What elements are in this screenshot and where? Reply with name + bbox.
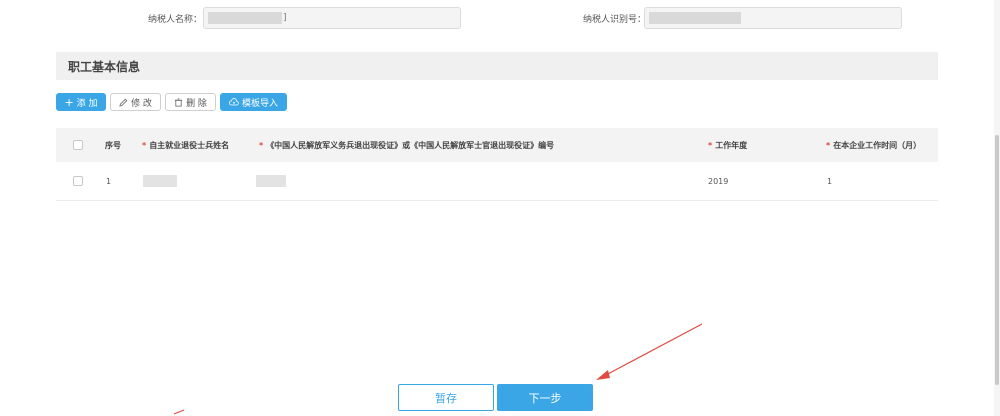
row-months: 1 xyxy=(827,176,833,186)
annotation-mark-icon xyxy=(173,409,185,415)
header-name: * 自主就业退役士兵姓名 xyxy=(142,140,230,150)
row-cert xyxy=(256,162,286,200)
taxpayer-name-field[interactable]: ] xyxy=(203,7,461,29)
section-header: 职工基本信息 xyxy=(56,52,938,80)
redacted-value xyxy=(143,175,177,187)
header-index: 序号 xyxy=(105,140,121,150)
trash-icon xyxy=(174,97,183,107)
section-title: 职工基本信息 xyxy=(68,59,141,74)
scrollbar-thumb[interactable] xyxy=(995,135,999,385)
template-import-button[interactable]: 模板导入 xyxy=(220,93,287,111)
header-cert: * 《中国人民解放军义务兵退出现役证》或《中国人民解放军士官退出现役证》编号 xyxy=(259,140,555,150)
taxpayer-id-field[interactable] xyxy=(644,7,902,29)
row-index: 1 xyxy=(106,176,112,186)
delete-button[interactable]: 删 除 xyxy=(165,93,216,111)
annotation-arrow-icon xyxy=(596,323,703,380)
row-year: 2019 xyxy=(708,176,729,186)
plus-icon: + xyxy=(64,95,74,109)
table-header: 序号 * 自主就业退役士兵姓名 * 《中国人民解放军义务兵退出现役证》或《中国人民解… xyxy=(56,128,938,162)
header-months: * 在本企业工作时间（月） xyxy=(826,140,922,150)
row-checkbox[interactable] xyxy=(73,176,83,186)
row-name xyxy=(143,162,177,200)
taxpayer-name-label: 纳税人名称： xyxy=(148,15,203,25)
header-year: * 工作年度 xyxy=(708,140,748,150)
cloud-upload-icon xyxy=(229,97,239,105)
redacted-value xyxy=(256,175,286,187)
edit-button[interactable]: 修 改 xyxy=(110,93,161,111)
select-all-checkbox[interactable] xyxy=(73,140,83,150)
redacted-value xyxy=(208,12,282,24)
pencil-icon xyxy=(119,98,128,107)
redacted-value xyxy=(649,12,741,24)
next-step-button[interactable]: 下一步 xyxy=(497,384,593,411)
taxpayer-id-label: 纳税人识别号： xyxy=(583,15,647,25)
table-row[interactable]: 1 2019 1 xyxy=(56,162,938,201)
save-draft-button[interactable]: 暂存 xyxy=(398,384,494,411)
add-button[interactable]: + 添 加 xyxy=(56,93,106,111)
